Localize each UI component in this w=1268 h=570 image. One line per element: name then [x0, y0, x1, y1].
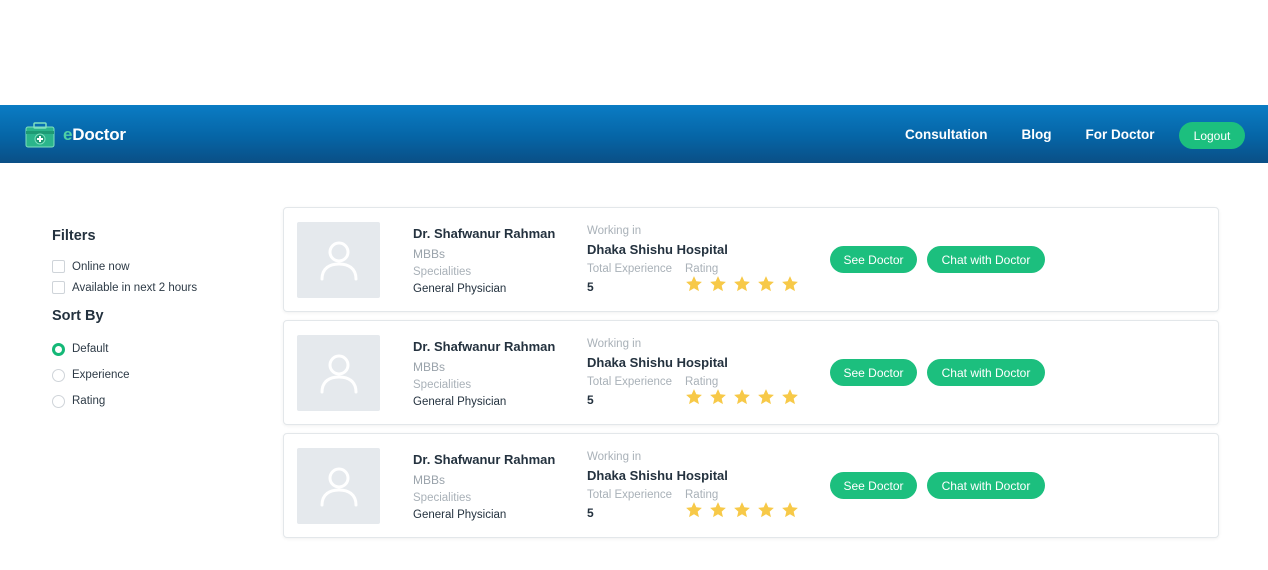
- hospital-name: Dhaka Shishu Hospital: [587, 355, 728, 370]
- star-icon: [734, 389, 750, 405]
- working-in-label: Working in: [587, 451, 642, 463]
- doctor-name: Dr. Shafwanur Rahman: [413, 339, 556, 354]
- experience-value: 5: [587, 280, 594, 294]
- main-nav: Consultation Blog For Doctor: [905, 105, 1189, 163]
- filter-label: Available in next 2 hours: [72, 281, 198, 294]
- experience-value: 5: [587, 506, 594, 520]
- see-doctor-button[interactable]: See Doctor: [830, 359, 917, 386]
- star-icon: [686, 502, 702, 518]
- brand-rest: Doctor: [72, 125, 126, 144]
- rating-label: Rating: [685, 489, 719, 501]
- sort-experience-radio[interactable]: [52, 368, 65, 382]
- brand-name: eDoctor: [63, 125, 126, 145]
- doctor-degree: MBBs: [413, 473, 446, 487]
- star-icon: [782, 389, 798, 405]
- working-in-label: Working in: [587, 225, 642, 237]
- nav-blog-link[interactable]: Blog: [1022, 127, 1052, 142]
- experience-value: 5: [587, 393, 594, 407]
- see-doctor-button[interactable]: See Doctor: [830, 246, 917, 273]
- doctor-card: Dr. Shafwanur Rahman MBBs Specialities G…: [283, 320, 1219, 425]
- doctor-card: Dr. Shafwanur Rahman MBBs Specialities G…: [283, 207, 1219, 312]
- nav-consultation-link[interactable]: Consultation: [905, 127, 988, 142]
- sort-experience-option[interactable]: Experience: [52, 362, 252, 388]
- sort-default-radio[interactable]: [52, 342, 65, 356]
- filter-available-2-hours[interactable]: Available in next 2 hours: [52, 277, 252, 298]
- experience-label: Total Experience: [587, 376, 673, 388]
- experience-label: Total Experience: [587, 263, 673, 275]
- doctor-card: Dr. Shafwanur Rahman MBBs Specialities G…: [283, 433, 1219, 538]
- speciality-value: General Physician: [413, 509, 507, 521]
- chat-with-doctor-button[interactable]: Chat with Doctor: [927, 359, 1045, 386]
- star-icon: [710, 389, 726, 405]
- doctor-avatar: [297, 222, 380, 298]
- star-icon: [758, 389, 774, 405]
- see-doctor-button[interactable]: See Doctor: [830, 472, 917, 499]
- star-icon: [734, 502, 750, 518]
- speciality-value: General Physician: [413, 396, 507, 408]
- star-icon: [758, 276, 774, 292]
- brand-prefix: e: [63, 125, 73, 144]
- speciality-label: Specialities: [413, 379, 472, 391]
- doctor-degree: MBBs: [413, 360, 446, 374]
- filter-sidebar: Filters Online now Available in next 2 h…: [52, 228, 252, 414]
- chat-with-doctor-button[interactable]: Chat with Doctor: [927, 472, 1045, 499]
- working-in-label: Working in: [587, 338, 642, 350]
- medical-kit-icon: [25, 122, 55, 148]
- star-icon: [734, 276, 750, 292]
- sort-rating-option[interactable]: Rating: [52, 388, 252, 414]
- logout-button[interactable]: Logout: [1179, 122, 1245, 149]
- sort-label: Rating: [72, 395, 106, 407]
- filter-label: Online now: [72, 260, 130, 273]
- doctor-avatar: [297, 335, 380, 411]
- star-icon: [782, 276, 798, 292]
- star-icon: [782, 502, 798, 518]
- sort-by-heading: Sort By: [52, 308, 104, 324]
- hospital-name: Dhaka Shishu Hospital: [587, 242, 728, 257]
- doctor-name: Dr. Shafwanur Rahman: [413, 452, 556, 467]
- star-icon: [686, 276, 702, 292]
- filters-heading: Filters: [52, 228, 96, 244]
- brand-logo[interactable]: eDoctor: [25, 122, 126, 148]
- rating-stars: [685, 501, 805, 519]
- doctor-list: Dr. Shafwanur Rahman MBBs Specialities G…: [283, 207, 1219, 546]
- online-now-checkbox[interactable]: [52, 260, 65, 273]
- speciality-label: Specialities: [413, 266, 472, 278]
- top-navbar: eDoctor Consultation Blog For Doctor: [0, 105, 1268, 163]
- nav-for-doctor-link[interactable]: For Doctor: [1086, 127, 1155, 142]
- speciality-value: General Physician: [413, 283, 507, 295]
- star-icon: [686, 389, 702, 405]
- rating-label: Rating: [685, 376, 719, 388]
- doctor-degree: MBBs: [413, 247, 446, 261]
- sort-default-option[interactable]: Default: [52, 336, 252, 362]
- experience-label: Total Experience: [587, 489, 673, 501]
- sort-rating-radio[interactable]: [52, 394, 65, 408]
- star-icon: [710, 276, 726, 292]
- rating-stars: [685, 388, 805, 406]
- user-placeholder-icon: [320, 467, 357, 507]
- user-placeholder-icon: [320, 354, 357, 394]
- user-placeholder-icon: [320, 241, 357, 281]
- doctor-name: Dr. Shafwanur Rahman: [413, 226, 556, 241]
- chat-with-doctor-button[interactable]: Chat with Doctor: [927, 246, 1045, 273]
- speciality-label: Specialities: [413, 492, 472, 504]
- available-2-hours-checkbox[interactable]: [52, 281, 65, 294]
- star-icon: [758, 502, 774, 518]
- star-icon: [710, 502, 726, 518]
- hospital-name: Dhaka Shishu Hospital: [587, 468, 728, 483]
- doctor-avatar: [297, 448, 380, 524]
- rating-label: Rating: [685, 263, 719, 275]
- rating-stars: [685, 275, 805, 293]
- filter-online-now[interactable]: Online now: [52, 256, 252, 277]
- sort-label: Default: [72, 343, 109, 355]
- sort-label: Experience: [72, 369, 130, 381]
